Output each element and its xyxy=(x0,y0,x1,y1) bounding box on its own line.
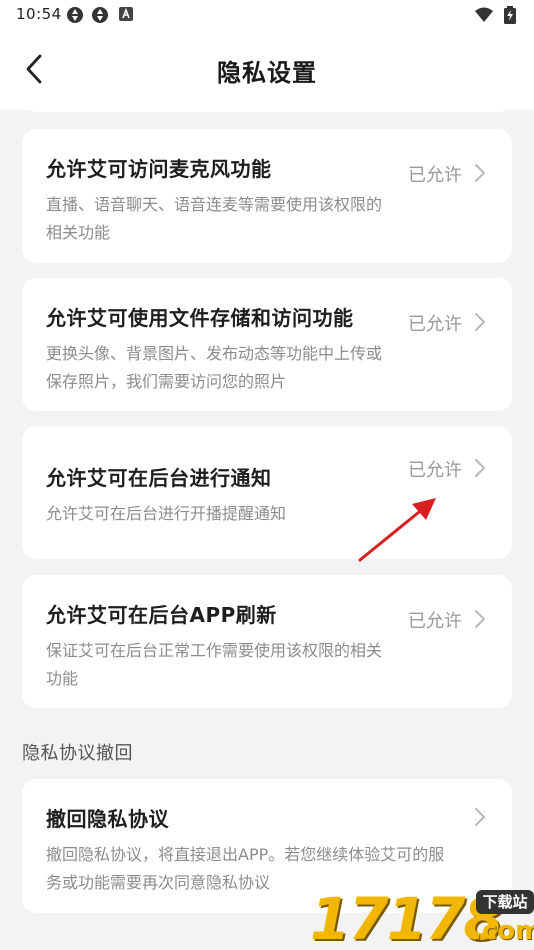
chevron-right-icon xyxy=(475,459,485,477)
permission-card-background-refresh[interactable]: 允许艾可在后台APP刷新 保证艾可在后台正常工作需要使用该权限的相关功能 已允许 xyxy=(22,575,512,708)
watermark-suffix: .com xyxy=(472,916,534,946)
permission-card-microphone[interactable]: 允许艾可访问麦克风功能 直播、语音聊天、语音连麦等需要使用该权限的相关功能 已允… xyxy=(22,129,512,263)
permission-title: 允许艾可访问麦克风功能 xyxy=(46,157,272,181)
permission-desc: 保证艾可在后台正常工作需要使用该权限的相关功能 xyxy=(46,641,383,688)
status-bar: 10:54 xyxy=(0,0,534,30)
permission-desc: 更换头像、背景图片、发布动态等功能中上传或保存照片，我们需要访问您的照片 xyxy=(46,344,383,391)
chevron-right-icon xyxy=(475,610,485,628)
permission-title: 允许艾可在后台进行通知 xyxy=(46,466,272,490)
permission-status: 已允许 xyxy=(408,165,462,186)
section-label-privacy: 隐私协议撤回 xyxy=(22,743,133,764)
sync-icon xyxy=(92,7,108,23)
annotation-arrow-icon xyxy=(358,498,436,562)
page-title: 隐私设置 xyxy=(217,59,317,87)
revoke-title: 撤回隐私协议 xyxy=(46,807,169,831)
permission-title: 允许艾可在后台APP刷新 xyxy=(46,603,277,627)
watermark-logo: 17178 .com 下载站 xyxy=(310,888,534,950)
chevron-right-icon xyxy=(475,808,485,826)
notification-a-icon xyxy=(119,7,133,21)
chevron-right-icon xyxy=(475,313,485,331)
wifi-icon xyxy=(475,7,493,22)
status-time: 10:54 xyxy=(16,5,62,23)
permission-card-storage[interactable]: 允许艾可使用文件存储和访问功能 更换头像、背景图片、发布动态等功能中上传或保存照… xyxy=(22,278,512,411)
previous-card-edge xyxy=(22,96,512,112)
permission-title: 允许艾可使用文件存储和访问功能 xyxy=(46,306,354,330)
status-icons-right xyxy=(474,6,518,24)
permission-status: 已允许 xyxy=(408,611,462,632)
chevron-right-icon xyxy=(475,164,485,182)
watermark-badge: 下载站 xyxy=(476,890,534,914)
permission-status: 已允许 xyxy=(408,460,462,481)
permission-desc: 允许艾可在后台进行开播提醒通知 xyxy=(46,504,287,523)
battery-charging-icon xyxy=(504,6,516,24)
permission-status: 已允许 xyxy=(408,314,462,335)
sync-icon xyxy=(67,7,83,23)
permission-desc: 直播、语音聊天、语音连麦等需要使用该权限的相关功能 xyxy=(46,195,383,242)
